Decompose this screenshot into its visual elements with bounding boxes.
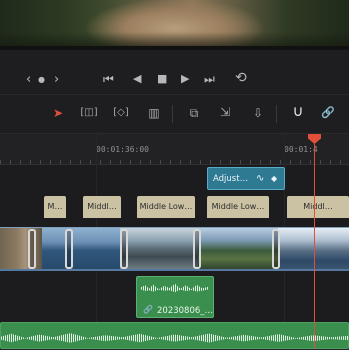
prev-clip-button[interactable]: ‹: [26, 73, 31, 87]
audio-clip-label: 20230806_…: [157, 306, 214, 316]
dynamic-trim-icon[interactable]: [◇]: [110, 106, 132, 122]
ruler-timecode: 00:01:36:00: [96, 145, 149, 154]
insert-clip-icon[interactable]: ⧉: [183, 106, 205, 122]
title-clip[interactable]: Middl…: [83, 196, 121, 218]
audio-clip[interactable]: [0, 322, 349, 349]
title-clip[interactable]: Middl…: [287, 196, 349, 218]
replace-clip-icon[interactable]: ⇩: [247, 106, 269, 122]
trim-handle[interactable]: [65, 229, 73, 269]
blade-tool-icon[interactable]: ▥: [143, 106, 165, 122]
link-icon: 🔗: [143, 305, 153, 314]
overwrite-clip-icon[interactable]: ⇲: [214, 105, 236, 121]
next-clip-button[interactable]: ›: [54, 73, 59, 87]
last-frame-button[interactable]: ⏭: [204, 72, 215, 86]
curve-icon[interactable]: ∿: [256, 168, 264, 189]
title-clip-label: M…: [47, 202, 63, 211]
ruler-ticks: [0, 160, 349, 164]
stop-button[interactable]: ■: [157, 72, 167, 86]
audio-waveform: [1, 333, 348, 343]
audio-waveform: [141, 283, 209, 293]
trim-handle[interactable]: [272, 229, 280, 269]
trim-handle[interactable]: [28, 229, 36, 269]
trim-handle[interactable]: [120, 229, 128, 269]
title-clip-label: Middl…: [303, 202, 333, 211]
keyframe-icon[interactable]: ◆: [271, 168, 277, 189]
adjustment-clip-label: Adjust…: [213, 174, 249, 184]
audio-clip[interactable]: 🔗 20230806_…: [136, 276, 214, 318]
viewer-preview: [0, 0, 349, 46]
title-clip[interactable]: Middle Low…: [137, 196, 195, 218]
first-frame-button[interactable]: ⏮: [103, 72, 114, 86]
viewer-foreground: [0, 32, 349, 46]
trim-handle[interactable]: [193, 229, 201, 269]
track-lane-v4: [0, 165, 349, 194]
play-button[interactable]: ▶: [181, 72, 189, 86]
trim-tool-icon[interactable]: [◫]: [78, 106, 100, 122]
video-clip[interactable]: [198, 227, 278, 271]
toolbar-divider: [172, 105, 173, 123]
timeline-ruler[interactable]: 00:01:36:00 00:01:4: [0, 134, 349, 165]
title-clip-label: Middl…: [87, 202, 117, 211]
title-clip[interactable]: Middle Low…: [207, 196, 269, 218]
title-clip-label: Middle Low…: [139, 202, 193, 211]
adjustment-clip[interactable]: Adjust… ∿ ◆: [207, 167, 285, 190]
clip-indicator-dot[interactable]: ●: [38, 73, 45, 87]
snapping-icon[interactable]: ∪: [287, 104, 309, 120]
selection-tool-icon[interactable]: ➤: [47, 106, 69, 122]
toolbar-divider: [276, 105, 277, 123]
video-clip[interactable]: [42, 227, 120, 271]
linked-selection-icon[interactable]: 🔗: [317, 106, 339, 122]
video-clip[interactable]: [120, 227, 198, 271]
loop-button[interactable]: ⟲: [235, 71, 247, 85]
transport-bar: ‹ ● › ⏮ ◀ ■ ▶ ⏭ ⟲: [0, 50, 349, 95]
play-reverse-button[interactable]: ◀: [133, 72, 141, 86]
edit-toolbar: ➤ [◫] [◇] ▥ ⧉ ⇲ ⇩ ∪ 🔗: [0, 95, 349, 134]
ruler-timecode: 00:01:4: [284, 145, 318, 154]
playhead-line[interactable]: [314, 139, 315, 349]
title-clip-label: Middle Low…: [211, 202, 265, 211]
title-clip[interactable]: M…: [44, 196, 66, 218]
